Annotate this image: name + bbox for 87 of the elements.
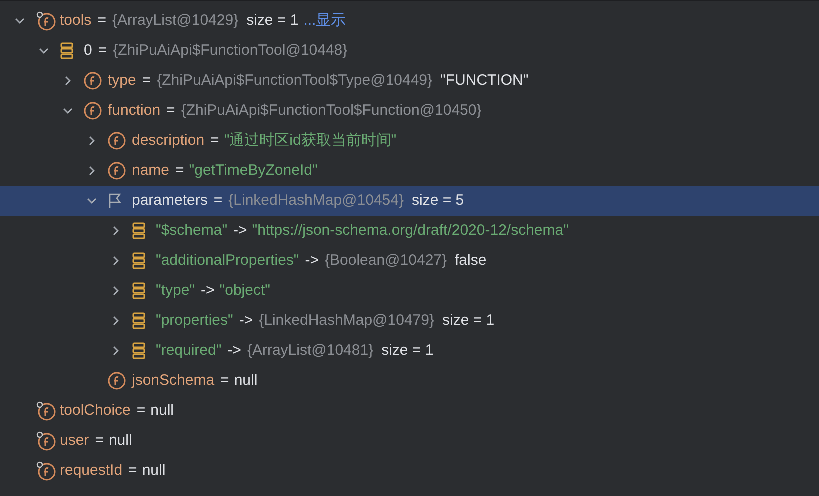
variable-value: null [150,400,174,421]
flag-icon [108,193,122,209]
list-entry-icon [132,282,146,300]
object-reference: {ArrayList@10481} [247,340,374,361]
variable-name: function [108,100,161,121]
variable-name: jsonSchema [132,370,215,391]
static-field-icon [36,431,56,451]
operator: = [210,130,220,151]
operator: = [142,70,152,91]
string-value: "getTimeByZoneId" [189,160,318,181]
object-reference: {ZhiPuAiApi$FunctionTool@10448} [113,40,348,61]
variable-value: size = 1 [382,340,434,361]
operator: = [136,400,146,421]
variable-name: "type" [156,280,196,301]
object-reference: {LinkedHashMap@10454} [228,190,404,211]
tree-row[interactable]: user = null [0,426,819,456]
tree-row[interactable]: requestId = null [0,456,819,486]
operator: = [214,190,223,211]
object-reference: {LinkedHashMap@10479} [259,310,434,331]
variable-name: tools [60,10,92,31]
operator: = [98,10,106,31]
operator: = [128,460,138,481]
string-value: "通过时区id获取当前时间" [224,130,397,151]
variable-name: requestId [60,460,123,481]
show-link[interactable]: ...显示 [304,10,346,32]
tree-row[interactable]: function = {ZhiPuAiApi$FunctionTool$Function@10450} [0,96,819,126]
static-field-icon [36,11,56,31]
variable-name: "additionalProperties" [156,250,300,271]
operator: -> [234,220,248,241]
tree-row[interactable]: parameters = {LinkedHashMap@10454} size = 5 [0,186,819,216]
field-icon [84,72,102,90]
operator: = [98,40,108,61]
variable-value: size = 5 [412,190,464,211]
tree-row[interactable]: "required" -> {ArrayList@10481} size = 1 [0,336,819,366]
variable-name: name [132,160,170,181]
tree-row[interactable]: "type" -> "object" [0,276,819,306]
operator: = [220,370,230,391]
tree-row[interactable]: "additionalProperties" -> {Boolean@10427} false [0,246,819,276]
operator: -> [239,310,254,331]
object-reference: {ZhiPuAiApi$FunctionTool$Type@10449} [157,70,433,91]
variable-value: size = 1 [246,10,299,31]
operator: = [166,100,176,121]
list-entry-icon [132,342,146,360]
list-entry-icon [132,252,146,270]
object-reference: {ZhiPuAiApi$FunctionTool$Function@10450} [181,100,482,121]
field-icon [84,102,102,120]
list-entry-icon [60,42,74,60]
string-value: "object" [220,280,270,301]
variable-name: toolChoice [60,400,131,421]
variable-name: 0 [84,40,92,61]
static-field-icon [36,401,56,421]
operator: -> [305,250,319,271]
object-reference: {Boolean@10427} [325,250,448,271]
tree-row[interactable]: jsonSchema = null [0,366,819,396]
list-entry-icon [132,222,146,240]
string-value: "https://json-schema.org/draft/2020-12/schema" [252,220,569,241]
list-entry-icon [132,312,146,330]
operator: = [95,430,104,451]
field-icon [108,372,126,390]
field-icon [108,132,126,150]
tree-row[interactable]: toolChoice = null [0,396,819,426]
tree-row[interactable]: 0 = {ZhiPuAiApi$FunctionTool@10448} [0,36,819,66]
tree-row[interactable]: "properties" -> {LinkedHashMap@10479} size = 1 [0,306,819,336]
tree-row[interactable]: name = "getTimeByZoneId" [0,156,819,186]
variable-name: "$schema" [156,220,228,241]
operator: -> [228,340,242,361]
variable-value: size = 1 [442,310,495,331]
variable-name: description [132,130,205,151]
tree-row[interactable]: description = "通过时区id获取当前时间" [0,126,819,156]
operator: -> [201,280,215,301]
operator: = [176,160,184,181]
variable-name: "required" [156,340,222,361]
field-icon [108,162,126,180]
tree-row[interactable]: tools = {ArrayList@10429} size = 1 ...显示 [0,6,819,36]
variable-value: null [142,460,166,481]
variable-value: false [455,250,487,271]
variable-value: null [234,370,258,391]
variable-value: "FUNCTION" [440,70,529,91]
tree-row[interactable]: "$schema" -> "https://json-schema.org/draft/2020-12/schema" [0,216,819,246]
variable-name: type [108,70,136,91]
variable-value: null [108,430,132,451]
variable-name: "properties" [156,310,234,331]
object-reference: {ArrayList@10429} [112,10,239,31]
tree-row[interactable]: type = {ZhiPuAiApi$FunctionTool$Type@10449} "FUNCTION" [0,66,819,96]
static-field-icon [36,461,56,481]
variable-name: user [60,430,90,451]
variable-name: parameters [132,190,208,211]
